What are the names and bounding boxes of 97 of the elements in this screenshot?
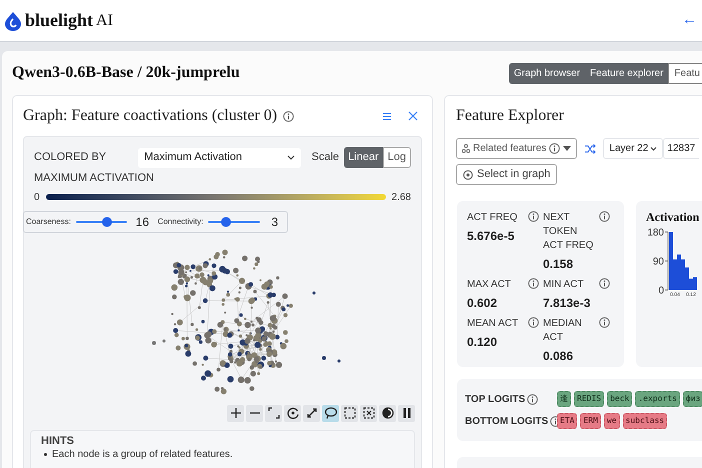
token-chip: .exports — [635, 391, 680, 407]
stat-label: MEAN ACT — [467, 317, 518, 331]
toolbar-button[interactable] — [322, 404, 339, 422]
reset-icon — [286, 406, 300, 420]
stat-value: 5.676e-5 — [467, 228, 516, 245]
y-tick-label: 180 — [647, 228, 664, 238]
token-chip: we — [604, 413, 620, 429]
slider-value: 16 — [134, 214, 150, 230]
close-button[interactable] — [408, 111, 418, 121]
toolbar-button[interactable] — [246, 404, 263, 422]
slider-label: Coarseness: — [26, 216, 71, 228]
logo-icon — [4, 10, 22, 30]
y-tick-label: 0 — [658, 286, 664, 296]
toolbar-button[interactable] — [284, 404, 301, 422]
bullet-icon — [44, 452, 47, 456]
back-arrow[interactable]: ← — [682, 9, 698, 32]
legend-min: 0 — [34, 190, 40, 204]
chart-title: Activation — [646, 209, 700, 226]
stat-label: ACT FREQ — [467, 211, 518, 225]
info-icon — [599, 278, 610, 289]
token-chip: beck — [607, 391, 632, 407]
shuffle-icon — [584, 144, 596, 154]
zoom-in-icon — [228, 406, 242, 420]
logo-text: bluelight — [25, 9, 94, 32]
expand-icon — [304, 406, 318, 420]
caret-icon — [286, 155, 295, 160]
slider-label: Connectivity: — [158, 216, 204, 228]
feature-index-input[interactable]: 12837 — [663, 138, 700, 159]
token-chip: 逢 — [557, 391, 571, 407]
view-tab[interactable]: Graph browser — [508, 62, 586, 84]
close-icon — [408, 111, 418, 121]
toolbar-button[interactable] — [227, 404, 244, 422]
legend-max: 2.68 — [392, 190, 411, 204]
slider-value: 3 — [270, 214, 280, 230]
logits-label: BOTTOM LOGITS — [465, 414, 548, 428]
logits-label: TOP LOGITS — [465, 392, 526, 406]
stat-label: NEXT TOKEN ACT FREQ — [543, 211, 594, 253]
target-icon — [463, 170, 473, 180]
related-features-dropdown[interactable]: Related features — [456, 138, 578, 159]
lasso-icon — [324, 406, 338, 420]
contrast-icon — [380, 406, 394, 420]
info-icon — [527, 394, 538, 404]
toolbar-button[interactable] — [360, 404, 377, 422]
panel-title: Feature Explorer — [456, 106, 565, 126]
colored-by-select[interactable]: Maximum Activation — [138, 148, 301, 168]
view-tab[interactable]: Featu — [668, 62, 702, 84]
token-chip: физ — [682, 391, 702, 407]
stat-value: 0.120 — [467, 334, 498, 351]
stat-label: MAX ACT — [467, 278, 511, 292]
field-label: COLORED BY — [34, 150, 108, 166]
panel-title: Graph: Feature coactivations (cluster 0) — [23, 106, 278, 126]
select-in-graph-button[interactable]: Select in graph — [456, 164, 558, 185]
token-chip: REDIS — [574, 391, 604, 407]
info-icon — [528, 278, 539, 289]
token-chip: subclass — [622, 413, 668, 429]
hints-title: HINTS — [41, 434, 75, 448]
scale-option[interactable]: Log — [382, 147, 411, 168]
stat-value: 0.086 — [543, 348, 574, 365]
fit-icon — [266, 406, 280, 420]
menu-button[interactable] — [382, 112, 392, 120]
menu-icon — [382, 112, 392, 120]
caret-icon — [650, 146, 658, 150]
info-icon — [599, 317, 610, 328]
info-icon — [528, 211, 539, 222]
toolbar-button[interactable] — [341, 404, 358, 422]
token-chip: ERM — [580, 413, 601, 429]
graph-nodes[interactable] — [152, 249, 340, 394]
y-tick-label: 90 — [652, 256, 664, 268]
info-icon — [549, 143, 560, 154]
legend-title: MAXIMUM ACTIVATION — [33, 171, 155, 186]
toolbar-button[interactable] — [303, 404, 320, 422]
box-select-icon — [342, 406, 356, 420]
field-label: Scale — [312, 150, 340, 166]
stat-label: MEDIAN ACT — [543, 317, 583, 345]
stat-value: 0.602 — [467, 295, 498, 312]
stat-value: 7.813e-3 — [543, 295, 592, 312]
slider-thumb[interactable] — [221, 216, 232, 226]
stat-value: 0.158 — [543, 256, 574, 273]
clear-select-icon — [362, 406, 376, 420]
stat-label: MIN ACT — [543, 278, 584, 292]
caret-icon — [563, 146, 572, 151]
view-tab[interactable]: Feature explorer — [585, 62, 668, 84]
info-icon — [599, 211, 610, 222]
hint-text: Each node is a group of related features. — [52, 448, 233, 460]
page-title: Qwen3-0.6B-Base / 20k-jumprelu — [12, 63, 240, 83]
info-icon — [528, 317, 539, 328]
layer-select[interactable]: Layer 22 — [603, 138, 664, 159]
logo-text: AI — [96, 10, 113, 30]
slider-thumb[interactable] — [102, 216, 112, 226]
token-chip: ETA — [557, 413, 578, 429]
nodes-icon — [462, 144, 470, 153]
y-axis — [664, 232, 668, 290]
info-icon — [283, 110, 294, 122]
toolbar-button[interactable] — [379, 404, 396, 422]
toolbar-button[interactable] — [265, 404, 282, 422]
scale-option[interactable]: Linear — [344, 147, 383, 168]
toolbar-button[interactable] — [398, 404, 415, 422]
